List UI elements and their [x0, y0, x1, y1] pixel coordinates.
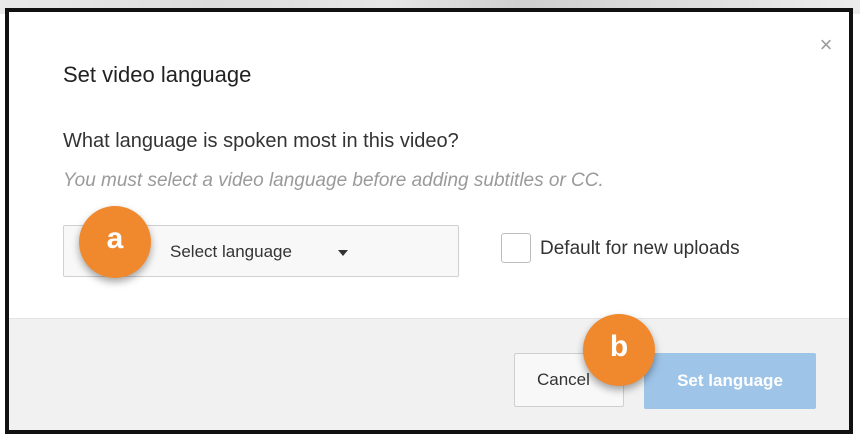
dialog-title: Set video language	[63, 62, 252, 87]
default-uploads-checkbox[interactable]	[501, 233, 531, 263]
set-language-button[interactable]: Set language	[644, 353, 816, 409]
language-dropdown-label: Select language	[170, 242, 292, 261]
callout-a-marker: a	[79, 206, 151, 278]
language-question: What language is spoken most in this vid…	[63, 130, 459, 152]
dialog-body: × Set video language What language is sp…	[9, 12, 849, 318]
caret-down-icon	[338, 250, 348, 256]
default-uploads-label[interactable]: Default for new uploads	[540, 238, 740, 260]
dialog-frame: × Set video language What language is sp…	[5, 8, 853, 434]
language-hint: You must select a video language before …	[63, 170, 604, 191]
close-icon[interactable]: ×	[817, 34, 835, 56]
callout-b-marker: b	[583, 314, 655, 386]
